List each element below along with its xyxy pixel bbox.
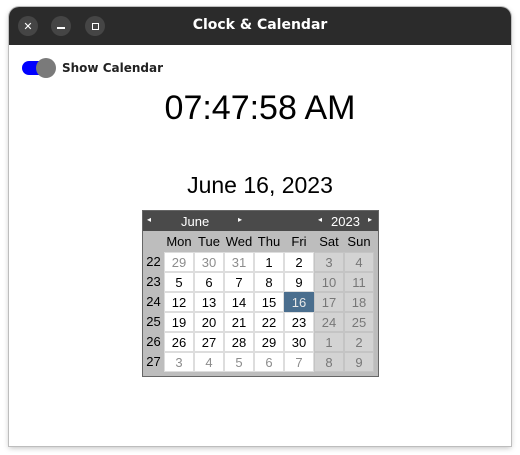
prev-year-icon[interactable]: ◂ [318,215,322,224]
calendar-day[interactable]: 11 [344,272,374,292]
calendar-day[interactable]: 9 [284,272,314,292]
calendar-day[interactable]: 3 [164,352,194,372]
week-number: 24 [146,294,161,309]
next-month-icon[interactable]: ▸ [238,215,242,224]
calendar-day[interactable]: 1 [314,332,344,352]
month-label: June [181,214,210,229]
calendar-day[interactable]: 27 [194,332,224,352]
show-calendar-label: Show Calendar [62,61,163,75]
calendar-day[interactable]: 13 [194,292,224,312]
week-number: 25 [146,314,161,329]
title-bar: ✕ Clock & Calendar [9,7,511,45]
toggle-knob[interactable] [36,58,56,78]
calendar-day[interactable]: 6 [194,272,224,292]
calendar-day[interactable]: 30 [284,332,314,352]
weekday-header: Tue [198,234,220,249]
calendar-day[interactable]: 8 [314,352,344,372]
calendar-header: ◂ June ▸ ◂ 2023 ▸ [143,211,378,231]
calendar-day[interactable]: 9 [344,352,374,372]
calendar-day[interactable]: 20 [194,312,224,332]
next-year-icon[interactable]: ▸ [368,215,372,224]
calendar-day[interactable]: 17 [314,292,344,312]
calendar-day[interactable]: 2 [284,252,314,272]
calendar-day[interactable]: 23 [284,312,314,332]
weekday-header: Wed [225,234,253,249]
calendar-day[interactable]: 12 [164,292,194,312]
show-calendar-toggle-row: Show Calendar [22,58,163,78]
date-display: June 16, 2023 [187,172,333,198]
week-number: 26 [146,334,161,349]
calendar-day[interactable]: 14 [224,292,254,312]
calendar-day[interactable]: 28 [224,332,254,352]
calendar-day[interactable]: 30 [194,252,224,272]
calendar-day[interactable]: 24 [314,312,344,332]
window-title: Clock & Calendar [192,17,328,33]
calendar-day[interactable]: 16 [284,292,314,312]
show-calendar-toggle[interactable] [22,58,56,78]
week-number: 23 [146,274,161,289]
calendar-day[interactable]: 6 [254,352,284,372]
calendar-day[interactable]: 29 [164,252,194,272]
calendar-day[interactable]: 19 [164,312,194,332]
weekday-header: Fri [291,234,307,249]
calendar-day[interactable]: 5 [224,352,254,372]
weekday-header: Mon [166,234,192,249]
calendar-day[interactable]: 7 [224,272,254,292]
calendar-day[interactable]: 7 [284,352,314,372]
calendar-day[interactable]: 18 [344,292,374,312]
weekday-header: Thu [257,234,281,249]
calendar-day[interactable]: 2 [344,332,374,352]
weekday-header: Sat [319,234,339,249]
calendar-day[interactable]: 1 [254,252,284,272]
calendar-day[interactable]: 3 [314,252,344,272]
calendar-day[interactable]: 10 [314,272,344,292]
week-number: 22 [146,254,161,269]
calendar-widget: ◂ June ▸ ◂ 2023 ▸ Mon Tue Wed Thu Fri Sat Sun 2… [142,210,379,377]
app-window: ✕ Clock & Calendar Show Calendar 07:47:5… [9,7,511,446]
main-content: Show Calendar 07:47:58 AM June 16, 2023 … [9,45,511,446]
calendar-day[interactable]: 5 [164,272,194,292]
calendar-day[interactable]: 26 [164,332,194,352]
calendar-day[interactable]: 25 [344,312,374,332]
week-number: 27 [146,354,161,369]
calendar-day[interactable]: 21 [224,312,254,332]
prev-month-icon[interactable]: ◂ [147,215,151,224]
calendar-day[interactable]: 15 [254,292,284,312]
year-label: 2023 [331,214,360,229]
weekday-header: Sun [347,234,371,249]
calendar-day[interactable]: 4 [344,252,374,272]
calendar-day[interactable]: 4 [194,352,224,372]
calendar-day[interactable]: 31 [224,252,254,272]
calendar-day[interactable]: 8 [254,272,284,292]
clock-display: 07:47:58 AM [164,89,356,127]
calendar-day[interactable]: 22 [254,312,284,332]
calendar-day[interactable]: 29 [254,332,284,352]
